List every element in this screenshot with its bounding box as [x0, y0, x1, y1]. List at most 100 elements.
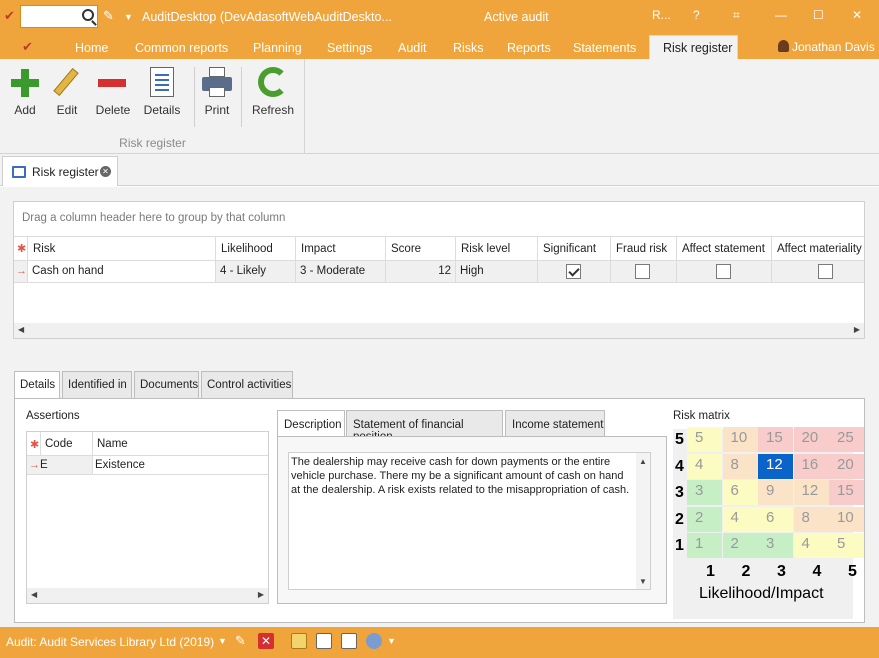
- matrix-cell[interactable]: 20: [829, 453, 864, 479]
- cell-code[interactable]: E: [40, 459, 48, 471]
- details-button[interactable]: Details: [137, 59, 187, 139]
- matrix-cell[interactable]: 15: [758, 427, 793, 452]
- close-tab-icon[interactable]: ✕: [100, 166, 111, 177]
- col-significant[interactable]: Significant: [537, 237, 610, 260]
- menu-risks[interactable]: Risks: [453, 41, 484, 55]
- matrix-cell[interactable]: 25: [829, 427, 864, 452]
- status-audit-text[interactable]: Audit: Audit Services Library Ltd (2019): [6, 635, 214, 649]
- minimize-button[interactable]: —: [775, 8, 787, 22]
- menu-risk-register[interactable]: Risk register: [649, 35, 738, 59]
- matrix-cell[interactable]: 10: [722, 427, 758, 452]
- col-risk-level[interactable]: Risk level: [455, 237, 537, 260]
- significant-checkbox[interactable]: [566, 264, 581, 279]
- cell-likelihood[interactable]: 4 - Likely: [215, 261, 295, 282]
- matrix-cell[interactable]: 2: [687, 506, 722, 532]
- sync-icon[interactable]: [366, 633, 382, 649]
- col-impact[interactable]: Impact: [295, 237, 385, 260]
- matrix-cell[interactable]: 8: [793, 506, 829, 532]
- tab-description[interactable]: Description: [277, 410, 345, 438]
- cell-risk-level[interactable]: High: [455, 261, 537, 282]
- scroll-right-icon[interactable]: ▶: [854, 325, 860, 334]
- help-icon[interactable]: ?: [693, 8, 700, 22]
- col-name[interactable]: Name: [92, 432, 268, 455]
- chevron-down-icon[interactable]: ▼: [124, 12, 133, 22]
- pin-icon[interactable]: ✎: [235, 633, 246, 649]
- scroll-left-icon[interactable]: ◀: [31, 590, 37, 599]
- scroll-down-icon[interactable]: ▼: [639, 575, 647, 589]
- menu-planning[interactable]: Planning: [253, 41, 302, 55]
- menu-home[interactable]: Home: [75, 41, 108, 55]
- matrix-cell[interactable]: 4: [793, 533, 829, 558]
- tab-identified-in[interactable]: Identified in: [62, 371, 132, 398]
- scroll-up-icon[interactable]: ▲: [639, 455, 647, 469]
- chevron-down-icon[interactable]: ▼: [387, 636, 396, 646]
- matrix-cell[interactable]: 6: [722, 480, 758, 505]
- app-menu-icon[interactable]: ✔: [22, 39, 33, 55]
- affect-materiality-checkbox[interactable]: [818, 264, 833, 279]
- cell-affect-statement[interactable]: [676, 261, 771, 282]
- edit-button[interactable]: Edit: [42, 59, 92, 139]
- tab-statement-financial-position[interactable]: Statement of financial position: [346, 410, 503, 443]
- menu-settings[interactable]: Settings: [327, 41, 372, 55]
- print-button[interactable]: Print: [196, 59, 238, 139]
- pin-icon[interactable]: ✎: [103, 8, 114, 24]
- matrix-cell[interactable]: 5: [829, 533, 864, 558]
- grid-hscrollbar[interactable]: ◀ ▶: [14, 323, 864, 338]
- matrix-cell[interactable]: 3: [687, 480, 722, 505]
- chevron-down-icon[interactable]: ▼: [218, 636, 227, 646]
- menu-reports[interactable]: Reports: [507, 41, 551, 55]
- scroll-left-icon[interactable]: ◀: [18, 325, 24, 334]
- matrix-cell[interactable]: 12: [793, 480, 829, 505]
- calendar-icon[interactable]: [341, 633, 357, 649]
- maximize-button[interactable]: ☐: [813, 8, 824, 22]
- cell-score[interactable]: 12: [385, 261, 455, 282]
- matrix-cell[interactable]: 9: [758, 480, 793, 505]
- quick-search-input[interactable]: [20, 5, 98, 28]
- delete-button[interactable]: Delete: [88, 59, 138, 139]
- menu-audit[interactable]: Audit: [398, 41, 427, 55]
- matrix-cell[interactable]: 15: [829, 480, 864, 505]
- matrix-cell[interactable]: 5: [687, 427, 722, 452]
- cell-significant[interactable]: [537, 261, 610, 282]
- cell-risk[interactable]: Cash on hand: [27, 261, 215, 282]
- close-button[interactable]: ✕: [852, 8, 862, 22]
- matrix-cell[interactable]: 4: [687, 453, 722, 479]
- tab-details[interactable]: Details: [14, 371, 60, 399]
- matrix-cell[interactable]: 8: [722, 453, 758, 479]
- matrix-cell[interactable]: 6: [758, 506, 793, 532]
- tab-control-activities[interactable]: Control activities: [201, 371, 293, 398]
- scroll-right-icon[interactable]: ▶: [258, 590, 264, 599]
- group-by-panel[interactable]: Drag a column header here to group by th…: [14, 202, 864, 236]
- close-audit-icon[interactable]: ✕: [258, 633, 274, 649]
- matrix-cell[interactable]: 1: [687, 533, 722, 558]
- message-icon[interactable]: [316, 633, 332, 649]
- menu-statements[interactable]: Statements: [573, 41, 636, 55]
- cell-fraud-risk[interactable]: [610, 261, 676, 282]
- folder-icon[interactable]: [291, 633, 307, 649]
- table-row[interactable]: → Cash on hand 4 - Likely 3 - Moderate 1…: [14, 261, 864, 283]
- col-affect-statement[interactable]: Affect statement: [676, 237, 771, 260]
- tab-income-statement[interactable]: Income statement: [505, 410, 605, 437]
- cell-name[interactable]: Existence: [92, 456, 268, 474]
- layout-icon[interactable]: ⌗: [733, 8, 740, 23]
- matrix-cell[interactable]: 20: [793, 427, 829, 452]
- col-likelihood[interactable]: Likelihood: [215, 237, 295, 260]
- tab-risk-register[interactable]: Risk register ✕: [2, 156, 118, 186]
- matrix-cell[interactable]: 10: [829, 506, 864, 532]
- description-vscrollbar[interactable]: ▲ ▼: [636, 453, 650, 589]
- fraud-risk-checkbox[interactable]: [635, 264, 650, 279]
- menu-common-reports[interactable]: Common reports: [135, 41, 228, 55]
- tab-documents[interactable]: Documents: [134, 371, 199, 398]
- col-score[interactable]: Score: [385, 237, 455, 260]
- col-affect-materiality[interactable]: Affect materiality: [771, 237, 864, 260]
- cell-affect-materiality[interactable]: [771, 261, 864, 282]
- search-icon[interactable]: [82, 9, 94, 21]
- affect-statement-checkbox[interactable]: [716, 264, 731, 279]
- col-risk[interactable]: Risk: [27, 237, 215, 260]
- assertions-hscrollbar[interactable]: ◀ ▶: [27, 588, 268, 603]
- cell-impact[interactable]: 3 - Moderate: [295, 261, 385, 282]
- matrix-cell[interactable]: 16: [793, 453, 829, 479]
- col-fraud-risk[interactable]: Fraud risk: [610, 237, 676, 260]
- refresh-button[interactable]: Refresh: [248, 59, 298, 139]
- matrix-cell[interactable]: 2: [722, 533, 758, 558]
